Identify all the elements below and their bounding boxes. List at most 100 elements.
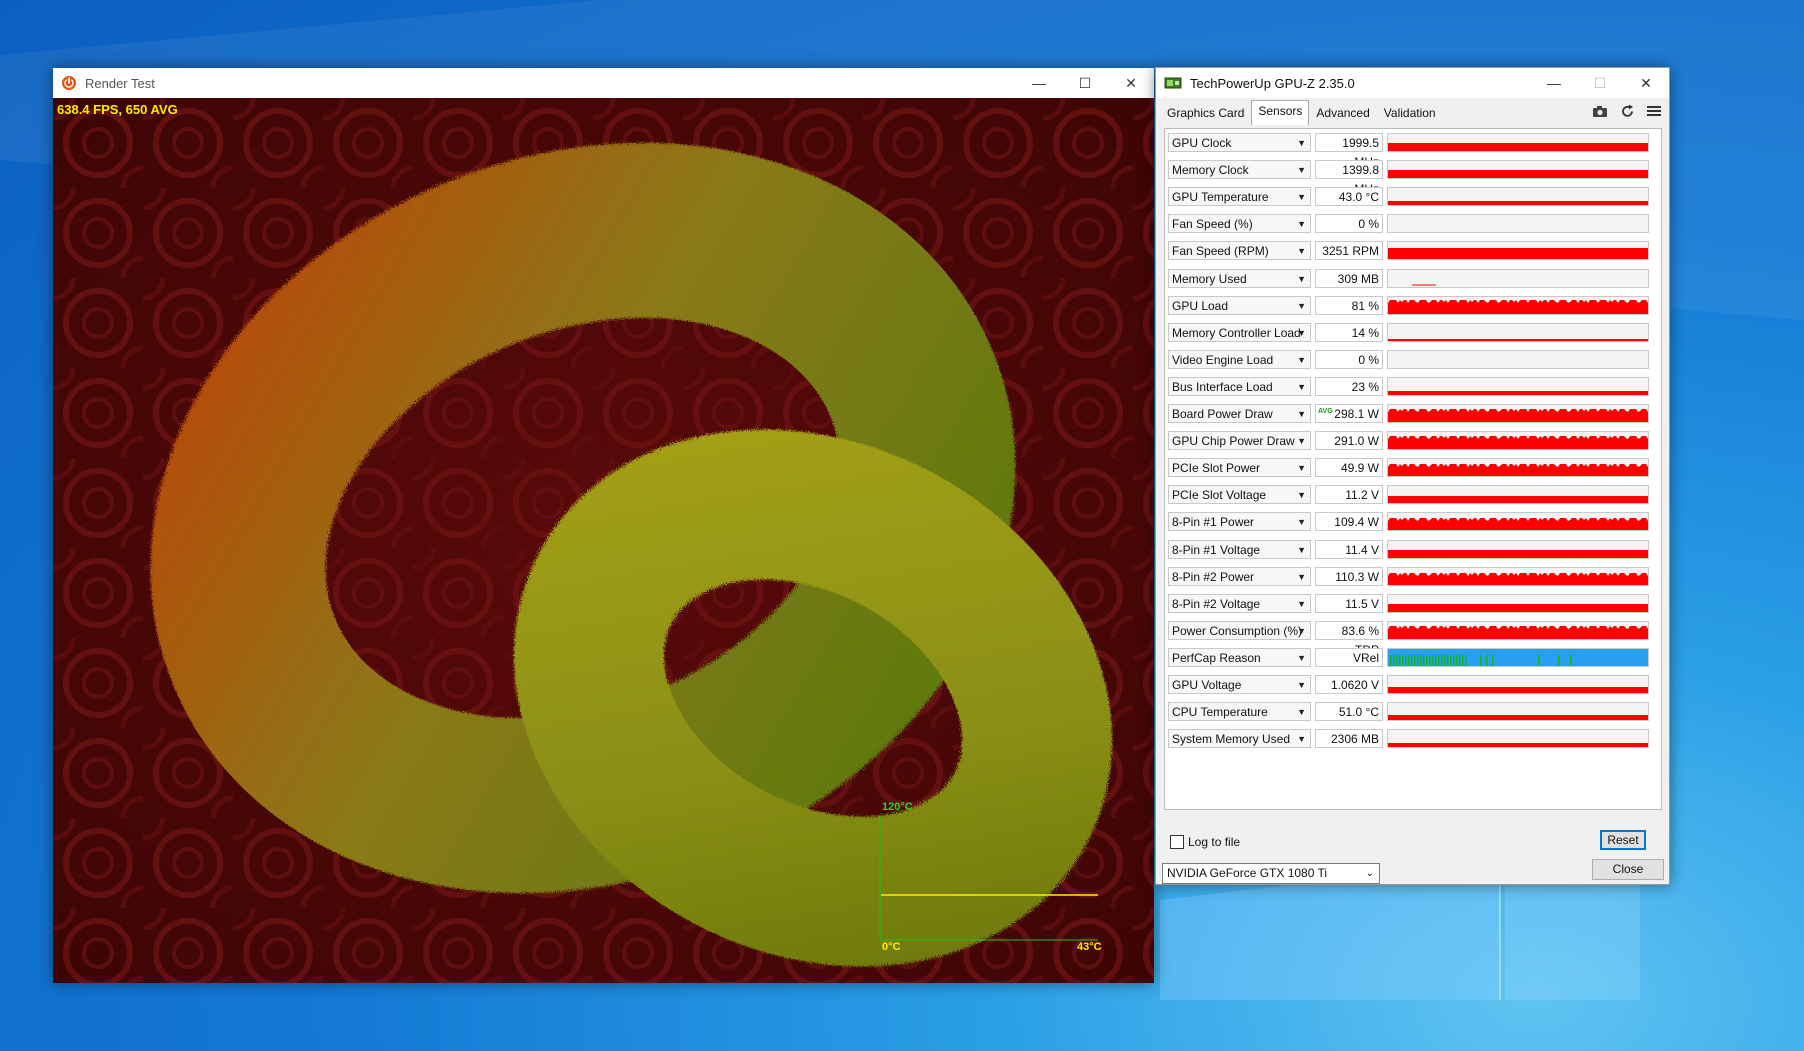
- sensor-row: GPU Clock ▼ 1999.5 MHz: [1168, 132, 1658, 169]
- sensor-graph-plot: [1388, 390, 1648, 395]
- sensor-name-dropdown[interactable]: PCIe Slot Power ▼: [1168, 458, 1311, 478]
- perfcap-mark: [1558, 654, 1560, 666]
- sensor-name-dropdown[interactable]: Fan Speed (RPM) ▼: [1168, 241, 1311, 261]
- chevron-down-icon: ▼: [1297, 707, 1306, 718]
- tab-validation[interactable]: Validation: [1377, 102, 1443, 126]
- sensor-graph: [1387, 593, 1649, 613]
- sensor-graph: [1387, 160, 1649, 180]
- sensor-graph: [1387, 349, 1649, 369]
- sensor-graph: [1387, 431, 1649, 451]
- sensor-name-dropdown[interactable]: GPU Temperature ▼: [1168, 187, 1311, 207]
- sensor-graph-plot: [1388, 248, 1648, 260]
- sensor-graph: [1387, 376, 1649, 396]
- close-button[interactable]: ✕: [1108, 68, 1154, 98]
- sensor-row: Memory Controller Load ▼ 14 %: [1168, 322, 1658, 344]
- sensor-name-dropdown[interactable]: GPU Voltage ▼: [1168, 675, 1311, 694]
- sensor-graph-plot: [1388, 464, 1648, 477]
- sensor-name-dropdown[interactable]: Memory Used ▼: [1168, 268, 1311, 288]
- app-power-icon: [62, 76, 76, 90]
- sensor-value-text: 309 MB: [1337, 271, 1379, 286]
- sensor-name-dropdown[interactable]: GPU Load ▼: [1168, 295, 1311, 315]
- temp-min-label: 0°C: [882, 941, 901, 953]
- sensor-value: 1399.8 MHz: [1315, 160, 1383, 196]
- sensor-graph-area: [1388, 687, 1648, 693]
- sensor-graph: [1387, 268, 1649, 288]
- close-dialog-button[interactable]: Close: [1592, 859, 1664, 880]
- fur-torus-scene: [53, 98, 1154, 983]
- perfcap-mark: [1492, 654, 1494, 666]
- reset-button[interactable]: Reset: [1600, 830, 1646, 850]
- sensor-graph-plot: [1388, 549, 1648, 558]
- minimize-button[interactable]: —: [1531, 68, 1577, 98]
- sensor-value: 2306 MB: [1315, 729, 1383, 749]
- sensor-name-dropdown[interactable]: CPU Temperature ▼: [1168, 702, 1311, 722]
- chevron-down-icon: ▼: [1297, 571, 1306, 582]
- sensor-graph: [1387, 675, 1649, 694]
- sensor-name: GPU Voltage: [1172, 678, 1242, 692]
- sensor-graph-plot: [1388, 351, 1648, 368]
- tab-sensors[interactable]: Sensors: [1251, 100, 1310, 125]
- minimize-button[interactable]: —: [1016, 68, 1062, 98]
- sensor-row: Fan Speed (RPM) ▼ 3251 RPM: [1168, 240, 1658, 262]
- sensor-name: Memory Used: [1172, 271, 1247, 286]
- sensor-name-dropdown[interactable]: Power Consumption (%) ▼: [1168, 620, 1311, 640]
- sensor-name: 8-Pin #2 Voltage: [1172, 596, 1261, 611]
- refresh-icon[interactable]: [1618, 102, 1636, 120]
- sensor-value-text: 11.2 V: [1345, 488, 1379, 503]
- fps-counter: 638.4 FPS, 650 AVG: [57, 102, 178, 117]
- tab-graphics-card[interactable]: Graphics Card: [1160, 102, 1251, 126]
- sensor-name-dropdown[interactable]: Memory Clock ▼: [1168, 160, 1311, 180]
- sensor-name-dropdown[interactable]: 8-Pin #2 Voltage ▼: [1168, 593, 1311, 613]
- sensor-name-dropdown[interactable]: Memory Controller Load ▼: [1168, 322, 1311, 342]
- sensor-name-dropdown[interactable]: System Memory Used ▼: [1168, 729, 1311, 749]
- sensor-name-dropdown[interactable]: GPU Chip Power Draw ▼: [1168, 431, 1311, 451]
- tab-advanced[interactable]: Advanced: [1309, 102, 1376, 126]
- window-title: TechPowerUp GPU-Z 2.35.0: [1190, 75, 1355, 91]
- sensor-graph-plot: [1388, 143, 1648, 151]
- sensor-row: System Memory Used ▼ 2306 MB: [1168, 728, 1658, 750]
- sensor-name-dropdown[interactable]: GPU Clock ▼: [1168, 133, 1311, 152]
- sensor-name-dropdown[interactable]: Fan Speed (%) ▼: [1168, 214, 1311, 234]
- sensor-graph-plot: [1388, 201, 1648, 206]
- sensor-value: 109.4 W: [1315, 512, 1383, 532]
- log-to-file-option[interactable]: Log to file: [1170, 835, 1240, 849]
- sensor-name-dropdown[interactable]: 8-Pin #2 Power ▼: [1168, 566, 1311, 586]
- sensor-value: 3251 RPM: [1315, 241, 1383, 261]
- chevron-down-icon: ▼: [1297, 327, 1306, 338]
- perfcap-mark: [1411, 654, 1413, 666]
- sensor-name-dropdown[interactable]: Video Engine Load ▼: [1168, 349, 1311, 369]
- menu-icon[interactable]: [1645, 102, 1663, 120]
- close-button[interactable]: ✕: [1623, 68, 1669, 98]
- sensor-name: PCIe Slot Voltage: [1172, 488, 1267, 503]
- perfcap-mark: [1426, 654, 1428, 666]
- gpuz-titlebar[interactable]: TechPowerUp GPU-Z 2.35.0 — ☐ ✕: [1156, 68, 1669, 98]
- sensor-value: 0 %: [1315, 214, 1383, 234]
- sensor-row: Power Consumption (%)▼83.6 % TDP: [1168, 620, 1658, 657]
- sensor-name: Bus Interface Load: [1172, 379, 1273, 394]
- render-viewport[interactable]: 638.4 FPS, 650 AVG 120°C 0°C 43°C: [53, 98, 1154, 983]
- sensor-value: 23 %: [1315, 376, 1383, 396]
- sensor-name-dropdown[interactable]: PCIe Slot Voltage ▼: [1168, 485, 1311, 505]
- sensor-value-text: 0 %: [1358, 352, 1379, 367]
- sensor-row: 8-Pin #2 Voltage ▼ 11.5 V: [1168, 593, 1658, 615]
- sensor-graph: [1387, 458, 1649, 478]
- gpu-select-dropdown[interactable]: NVIDIA GeForce GTX 1080 Ti ⌄: [1162, 863, 1380, 884]
- sensor-value-text: 110.3 W: [1335, 569, 1379, 584]
- perfcap-mark: [1465, 654, 1467, 666]
- sensor-value-text: VRel: [1352, 650, 1379, 665]
- maximize-button[interactable]: ☐: [1062, 68, 1108, 98]
- sensor-list[interactable]: GPU Clock ▼ 1999.5 MHz Memory Clock ▼ 1399.8 …: [1164, 128, 1662, 810]
- render-titlebar[interactable]: Render Test — ☐ ✕: [53, 68, 1154, 98]
- sensor-graph: [1387, 647, 1649, 667]
- sensor-name-dropdown[interactable]: Bus Interface Load ▼: [1168, 376, 1311, 396]
- sensor-name-dropdown[interactable]: 8-Pin #1 Voltage ▼: [1168, 539, 1311, 559]
- sensor-graph-plot: [1388, 743, 1648, 748]
- camera-icon[interactable]: [1591, 102, 1609, 120]
- sensor-name-dropdown[interactable]: PerfCap Reason ▼: [1168, 647, 1311, 667]
- log-to-file-checkbox[interactable]: [1170, 835, 1184, 849]
- sensor-name: CPU Temperature: [1172, 705, 1268, 720]
- chevron-down-icon: ▼: [1297, 490, 1306, 501]
- sensor-name-dropdown[interactable]: Board Power Draw ▼: [1168, 404, 1311, 423]
- sensor-name-dropdown[interactable]: 8-Pin #1 Power ▼: [1168, 512, 1311, 532]
- chevron-down-icon: ▼: [1297, 598, 1306, 609]
